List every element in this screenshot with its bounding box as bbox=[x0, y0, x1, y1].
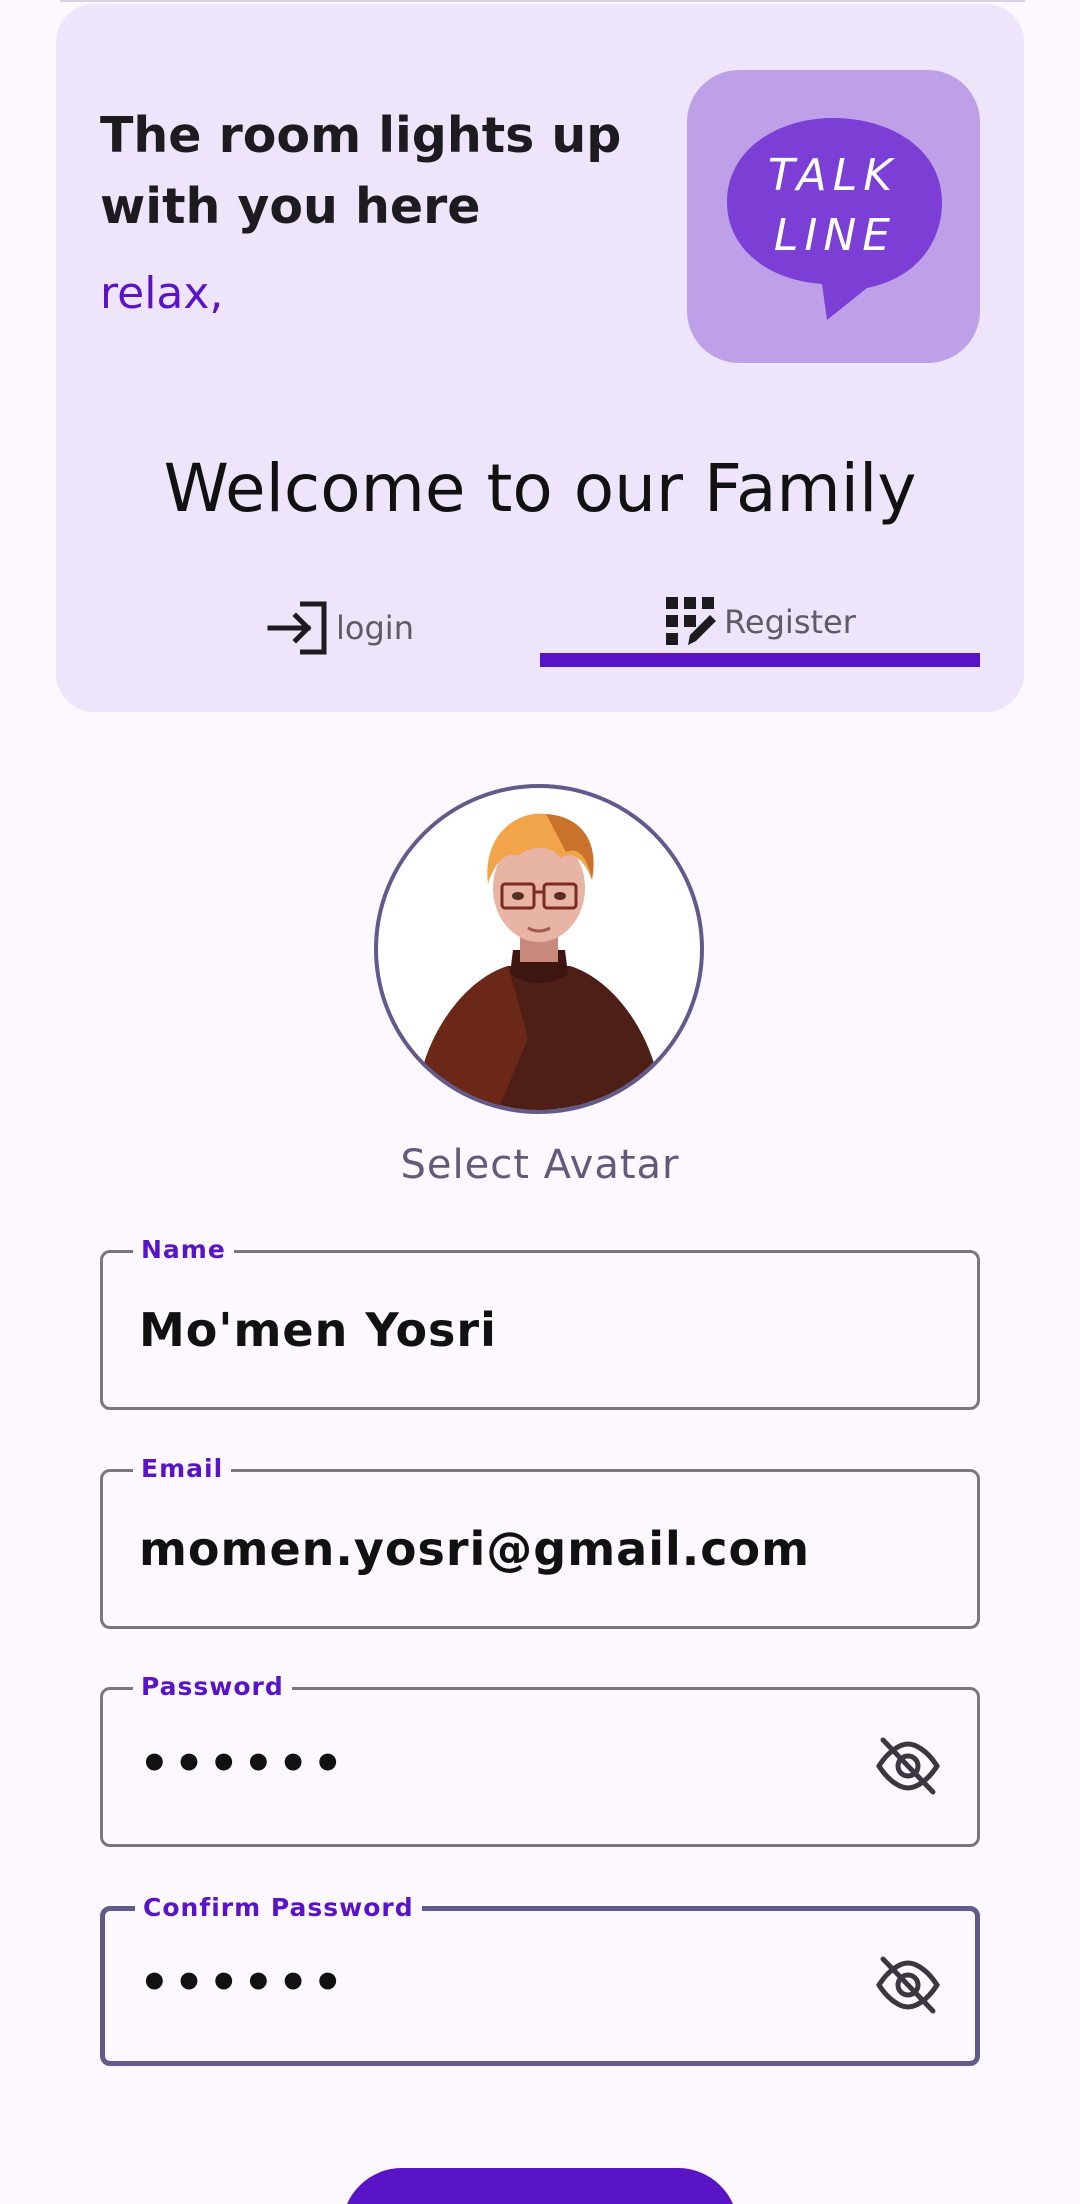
chat-bubble-icon: TALK LINE bbox=[727, 118, 942, 320]
name-field[interactable]: Name Mo'men Yosri bbox=[100, 1235, 980, 1410]
top-divider bbox=[60, 0, 1025, 2]
welcome-title: Welcome to our Family bbox=[163, 450, 917, 527]
password-field-label: Password bbox=[133, 1672, 292, 1702]
visibility-off-icon[interactable] bbox=[875, 1736, 941, 1796]
visibility-off-icon[interactable] bbox=[875, 1955, 941, 2015]
register-screen: The room lights up with you here relax, … bbox=[0, 0, 1080, 2204]
confirm-password-field-value: •••••• bbox=[139, 1955, 348, 2011]
selected-tab-indicator bbox=[540, 653, 980, 667]
tagline: The room lights up with you here bbox=[100, 107, 622, 235]
register-submit-button[interactable] bbox=[342, 2168, 738, 2204]
login-icon bbox=[267, 601, 327, 655]
tab-login-label: login bbox=[336, 609, 414, 647]
name-field-value: Mo'men Yosri bbox=[139, 1303, 497, 1357]
tab-register-label: Register bbox=[724, 603, 856, 641]
name-field-label: Name bbox=[133, 1235, 234, 1265]
email-field-label: Email bbox=[133, 1454, 232, 1484]
logo-text-line1: TALK bbox=[768, 150, 898, 201]
logo-text-line2: LINE bbox=[774, 210, 896, 261]
register-icon bbox=[666, 597, 717, 645]
tab-register[interactable]: Register bbox=[540, 582, 980, 662]
email-field[interactable]: Email momen.yosri@gmail.com bbox=[100, 1454, 980, 1629]
password-field-value: •••••• bbox=[139, 1736, 348, 1792]
confirm-password-field-label: Confirm Password bbox=[135, 1893, 422, 1923]
email-field-value: momen.yosri@gmail.com bbox=[139, 1522, 811, 1576]
subtag: relax, bbox=[100, 268, 224, 319]
confirm-password-field[interactable]: Confirm Password •••••• bbox=[100, 1893, 980, 2066]
avatar-picker[interactable] bbox=[374, 784, 704, 1114]
select-avatar-label[interactable]: Select Avatar bbox=[0, 1142, 1080, 1188]
app-logo: TALK LINE bbox=[687, 70, 980, 363]
avatar-image bbox=[418, 813, 660, 1110]
tab-login[interactable]: login bbox=[140, 588, 540, 668]
password-field[interactable]: Password •••••• bbox=[100, 1672, 980, 1847]
